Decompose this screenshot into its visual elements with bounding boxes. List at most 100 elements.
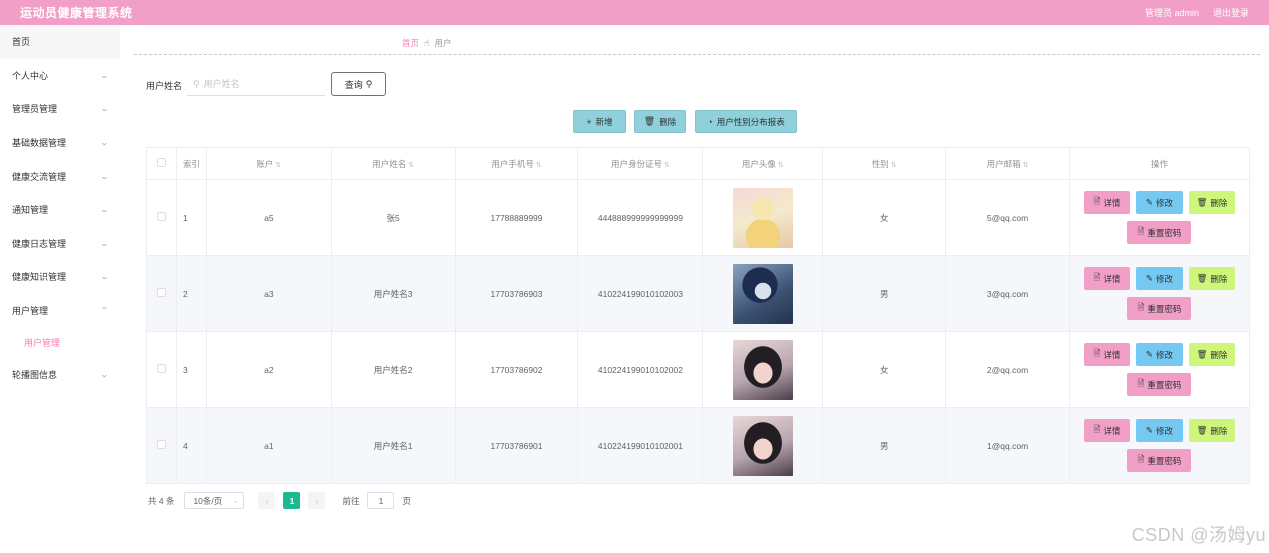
row-checkbox[interactable] (156, 288, 166, 297)
reset-password-button[interactable]: 🗎 重置密码 (1127, 221, 1192, 244)
page-size-select[interactable]: 10条/页 ⌄ (184, 492, 245, 509)
chevron-right-icon: › (315, 495, 319, 506)
chevron-down-icon: ⌄ (232, 497, 239, 505)
document-icon: 🗎 (1093, 423, 1101, 434)
batch-delete-button[interactable]: 🗑 删除 (634, 110, 686, 133)
document-icon: 🗎 (1137, 453, 1145, 464)
header-avatar[interactable]: 用户头像 ⇅ (702, 147, 824, 180)
edit-button[interactable]: ✎ 修改 (1135, 419, 1183, 442)
next-page-button[interactable]: › (308, 492, 326, 509)
add-button[interactable]: + 新增 (573, 110, 626, 133)
sidebar-item-health-log[interactable]: 健康日志管理 ⌄ (0, 227, 120, 261)
header-email[interactable]: 用户邮箱 ⇅ (945, 147, 1070, 180)
avatar[interactable] (732, 415, 793, 476)
search-icon: ⚲ (193, 78, 200, 89)
header-label: 性别 (871, 158, 889, 169)
sidebar-item-carousel[interactable]: 轮播图信息 ⌄ (0, 357, 120, 391)
sort-icon: ⇅ (890, 161, 897, 169)
detail-button[interactable]: 🗎 详情 (1083, 191, 1130, 214)
delete-button[interactable]: 🗑 删除 (1188, 191, 1235, 214)
breadcrumb-current: 用户 (434, 38, 452, 48)
delete-label: 删除 (1210, 197, 1228, 208)
sidebar-item-user-management[interactable]: 用户管理 ⌃ (0, 294, 120, 328)
row-checkbox[interactable] (156, 212, 166, 221)
select-all-checkbox[interactable] (156, 158, 166, 167)
cell-gender: 男 (822, 255, 947, 332)
delete-button[interactable]: 🗑 删除 (1188, 343, 1235, 366)
detail-label: 详情 (1103, 425, 1121, 436)
trash-icon: 🗑 (1196, 273, 1208, 283)
sidebar-subitem-user-management[interactable]: 用户管理 (0, 327, 120, 357)
edit-button[interactable]: ✎ 修改 (1135, 267, 1183, 290)
sidebar-item-health-exchange[interactable]: 健康交流管理 ⌄ (0, 159, 120, 193)
header-label: 用户邮箱 (986, 158, 1021, 169)
detail-button[interactable]: 🗎 详情 (1083, 419, 1130, 442)
cell-phone: 17703786901 (454, 407, 579, 484)
sort-icon: ⇅ (777, 161, 784, 169)
sidebar-item-home[interactable]: 首页 (0, 25, 120, 59)
cell-account: a2 (205, 331, 332, 408)
header-account[interactable]: 账户 ⇅ (205, 147, 332, 180)
chevron-down-icon: ⌄ (99, 205, 110, 215)
chevron-down-icon: ⌄ (99, 104, 110, 114)
edit-button[interactable]: ✎ 修改 (1135, 191, 1183, 214)
reset-password-button[interactable]: 🗎 重置密码 (1127, 373, 1192, 396)
breadcrumb-home[interactable]: 首页 (402, 37, 419, 49)
delete-button[interactable]: 🗑 删除 (1188, 419, 1235, 442)
sidebar-item-health-knowledge[interactable]: 健康知识管理 ⌄ (0, 260, 120, 294)
pagination-total: 共 4 条 (148, 495, 175, 506)
document-icon: 🗎 (1137, 377, 1145, 388)
row-checkbox[interactable] (156, 364, 166, 373)
cell-index: 1 (175, 179, 207, 256)
delete-label: 删除 (1210, 425, 1228, 436)
header-label: 用户身份证号 (610, 158, 662, 169)
row-checkbox[interactable] (156, 440, 166, 449)
search-field: ⚲ (187, 73, 325, 96)
cell-ops: 🗎 详情 ✎ 修改 🗑 删除 🗎 重置密码 (1068, 179, 1251, 256)
cell-id-card: 410224199010102003 (577, 255, 704, 332)
search-input[interactable] (203, 79, 314, 89)
hand-icon: ☝ (424, 37, 430, 48)
reset-password-button[interactable]: 🗎 重置密码 (1127, 449, 1192, 472)
cell-id-card: 444888999999999999 (577, 179, 704, 256)
table-header-row: 索引 账户 ⇅ 用户姓名 ⇅ 用户手机号 ⇅ 用户身份证号 ⇅ 用户头像 ⇅ 性别 ⇅ 用户… (146, 147, 1251, 180)
trash-icon: 🗑 (1196, 349, 1208, 359)
reset-password-button[interactable]: 🗎 重置密码 (1127, 297, 1192, 320)
sidebar: 首页 个人中心 ⌄ 管理员管理 ⌄ 基础数据管理 ⌄ 健康交流管理 ⌄ 通知管理… (0, 25, 120, 553)
chevron-down-icon: ⌄ (99, 171, 110, 181)
cell-index: 4 (175, 407, 207, 484)
delete-button[interactable]: 🗑 删除 (1188, 267, 1235, 290)
prev-page-button[interactable]: ‹ (258, 492, 276, 509)
avatar[interactable] (732, 339, 793, 400)
gender-report-button[interactable]: ◔ 用户性别分布报表 (695, 110, 797, 133)
header-gender[interactable]: 性别 ⇅ (822, 147, 947, 180)
pagination: 共 4 条 10条/页 ⌄ ‹ 1 › 前往 页 (148, 492, 411, 509)
avatar[interactable] (732, 263, 793, 324)
cell-ops: 🗎 详情 ✎ 修改 🗑 删除 🗎 重置密码 (1068, 331, 1251, 408)
avatar[interactable] (732, 187, 793, 248)
row-select-cell (146, 407, 177, 484)
sidebar-item-admin-management[interactable]: 管理员管理 ⌄ (0, 92, 120, 126)
cell-ops: 🗎 详情 ✎ 修改 🗑 删除 🗎 重置密码 (1068, 255, 1251, 332)
sidebar-item-basic-data[interactable]: 基础数据管理 ⌄ (0, 126, 120, 160)
document-icon: 🗎 (1093, 195, 1101, 206)
detail-button[interactable]: 🗎 详情 (1083, 343, 1130, 366)
goto-page-input[interactable] (367, 492, 395, 509)
edit-button[interactable]: ✎ 修改 (1135, 343, 1183, 366)
detail-label: 详情 (1103, 197, 1121, 208)
table-row: 4 a1 用户姓名1 17703786901 41022419901010200… (146, 407, 1251, 484)
sidebar-item-notice[interactable]: 通知管理 ⌄ (0, 193, 120, 227)
logout-link[interactable]: 退出登录 (1213, 6, 1249, 19)
edit-label: 修改 (1156, 273, 1174, 284)
header-phone[interactable]: 用户手机号 ⇅ (454, 147, 579, 180)
cell-avatar (702, 255, 824, 332)
detail-button[interactable]: 🗎 详情 (1083, 267, 1130, 290)
sidebar-item-personal-center[interactable]: 个人中心 ⌄ (0, 59, 120, 93)
app-title: 运动员健康管理系统 (20, 6, 133, 20)
document-icon: 🗎 (1093, 271, 1101, 282)
header-id-card[interactable]: 用户身份证号 ⇅ (577, 147, 704, 180)
header-name[interactable]: 用户姓名 ⇅ (330, 147, 456, 180)
page-number-active[interactable]: 1 (283, 492, 301, 509)
query-button[interactable]: 查询 ⚲ (331, 72, 386, 96)
admin-user-label[interactable]: 管理员 admin (1145, 6, 1199, 19)
